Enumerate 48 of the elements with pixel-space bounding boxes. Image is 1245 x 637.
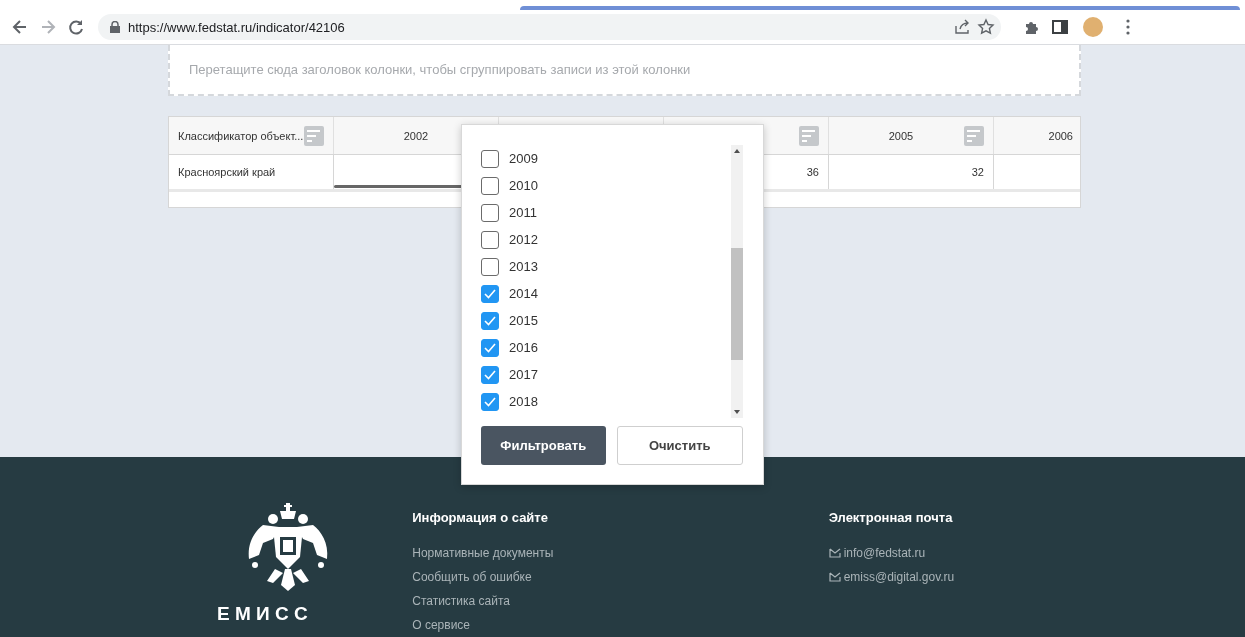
- clear-button[interactable]: Очистить: [616, 426, 743, 465]
- filter-option[interactable]: 2012: [481, 226, 731, 253]
- checkbox[interactable]: [481, 149, 499, 168]
- table-cell: Красноярский край: [178, 166, 276, 178]
- column-header[interactable]: 2005: [838, 129, 964, 142]
- checkbox[interactable]: [481, 311, 499, 330]
- filter-option[interactable]: 2018: [481, 388, 731, 415]
- checkbox[interactable]: [481, 338, 499, 357]
- footer-link[interactable]: Сообщить об ошибке: [412, 570, 532, 584]
- filter-option[interactable]: 2013: [481, 253, 731, 280]
- star-icon[interactable]: [977, 18, 995, 36]
- table-cell: 32: [971, 166, 984, 178]
- address-bar[interactable]: https://www.fedstat.ru/indicator/42106: [98, 14, 1001, 40]
- footer-link[interactable]: Статистика сайта: [412, 594, 510, 608]
- filter-option[interactable]: 2011: [481, 199, 731, 226]
- column-header[interactable]: 2006: [1003, 129, 1073, 142]
- filter-option[interactable]: 2017: [481, 361, 731, 388]
- mail-icon: [828, 548, 841, 558]
- footer-link[interactable]: О сервисе: [412, 618, 470, 632]
- checkbox[interactable]: [481, 257, 499, 276]
- checkbox[interactable]: [481, 203, 499, 222]
- checkbox[interactable]: [481, 284, 499, 303]
- table-cell: 36: [806, 166, 819, 178]
- group-hint-text: Перетащите сюда заголовок колонки, чтобы сгруппировать записи из этой колонки: [189, 62, 691, 77]
- filter-option[interactable]: 2009: [481, 145, 731, 172]
- checkbox[interactable]: [481, 365, 499, 384]
- filter-option[interactable]: 2015: [481, 307, 731, 334]
- footer-link[interactable]: Нормативные документы: [412, 546, 554, 560]
- filter-button[interactable]: Фильтровать: [481, 426, 606, 465]
- side-panel-icon[interactable]: [1051, 18, 1069, 36]
- footer-heading: Электронная почта: [828, 510, 954, 525]
- url-text: https://www.fedstat.ru/indicator/42106: [128, 19, 346, 35]
- checkbox[interactable]: [481, 230, 499, 249]
- email-link[interactable]: info@fedstat.ru: [843, 546, 926, 560]
- footer-heading: Информация о сайте: [412, 510, 549, 525]
- checkbox[interactable]: [481, 392, 499, 411]
- mail-icon: [828, 572, 841, 582]
- filter-option[interactable]: 2014: [481, 280, 731, 307]
- filter-option[interactable]: 2016: [481, 334, 731, 361]
- lock-icon: [110, 21, 120, 33]
- checkbox[interactable]: [481, 176, 499, 195]
- menu-icon[interactable]: [1126, 19, 1130, 35]
- share-icon[interactable]: [953, 18, 971, 36]
- filter-option[interactable]: 2010: [481, 172, 731, 199]
- column-header[interactable]: Классификатор объект...: [178, 129, 304, 142]
- email-link[interactable]: emiss@digital.gov.ru: [843, 570, 955, 584]
- logo-text: Е М И С С: [217, 603, 308, 625]
- scrollbar[interactable]: [731, 145, 743, 418]
